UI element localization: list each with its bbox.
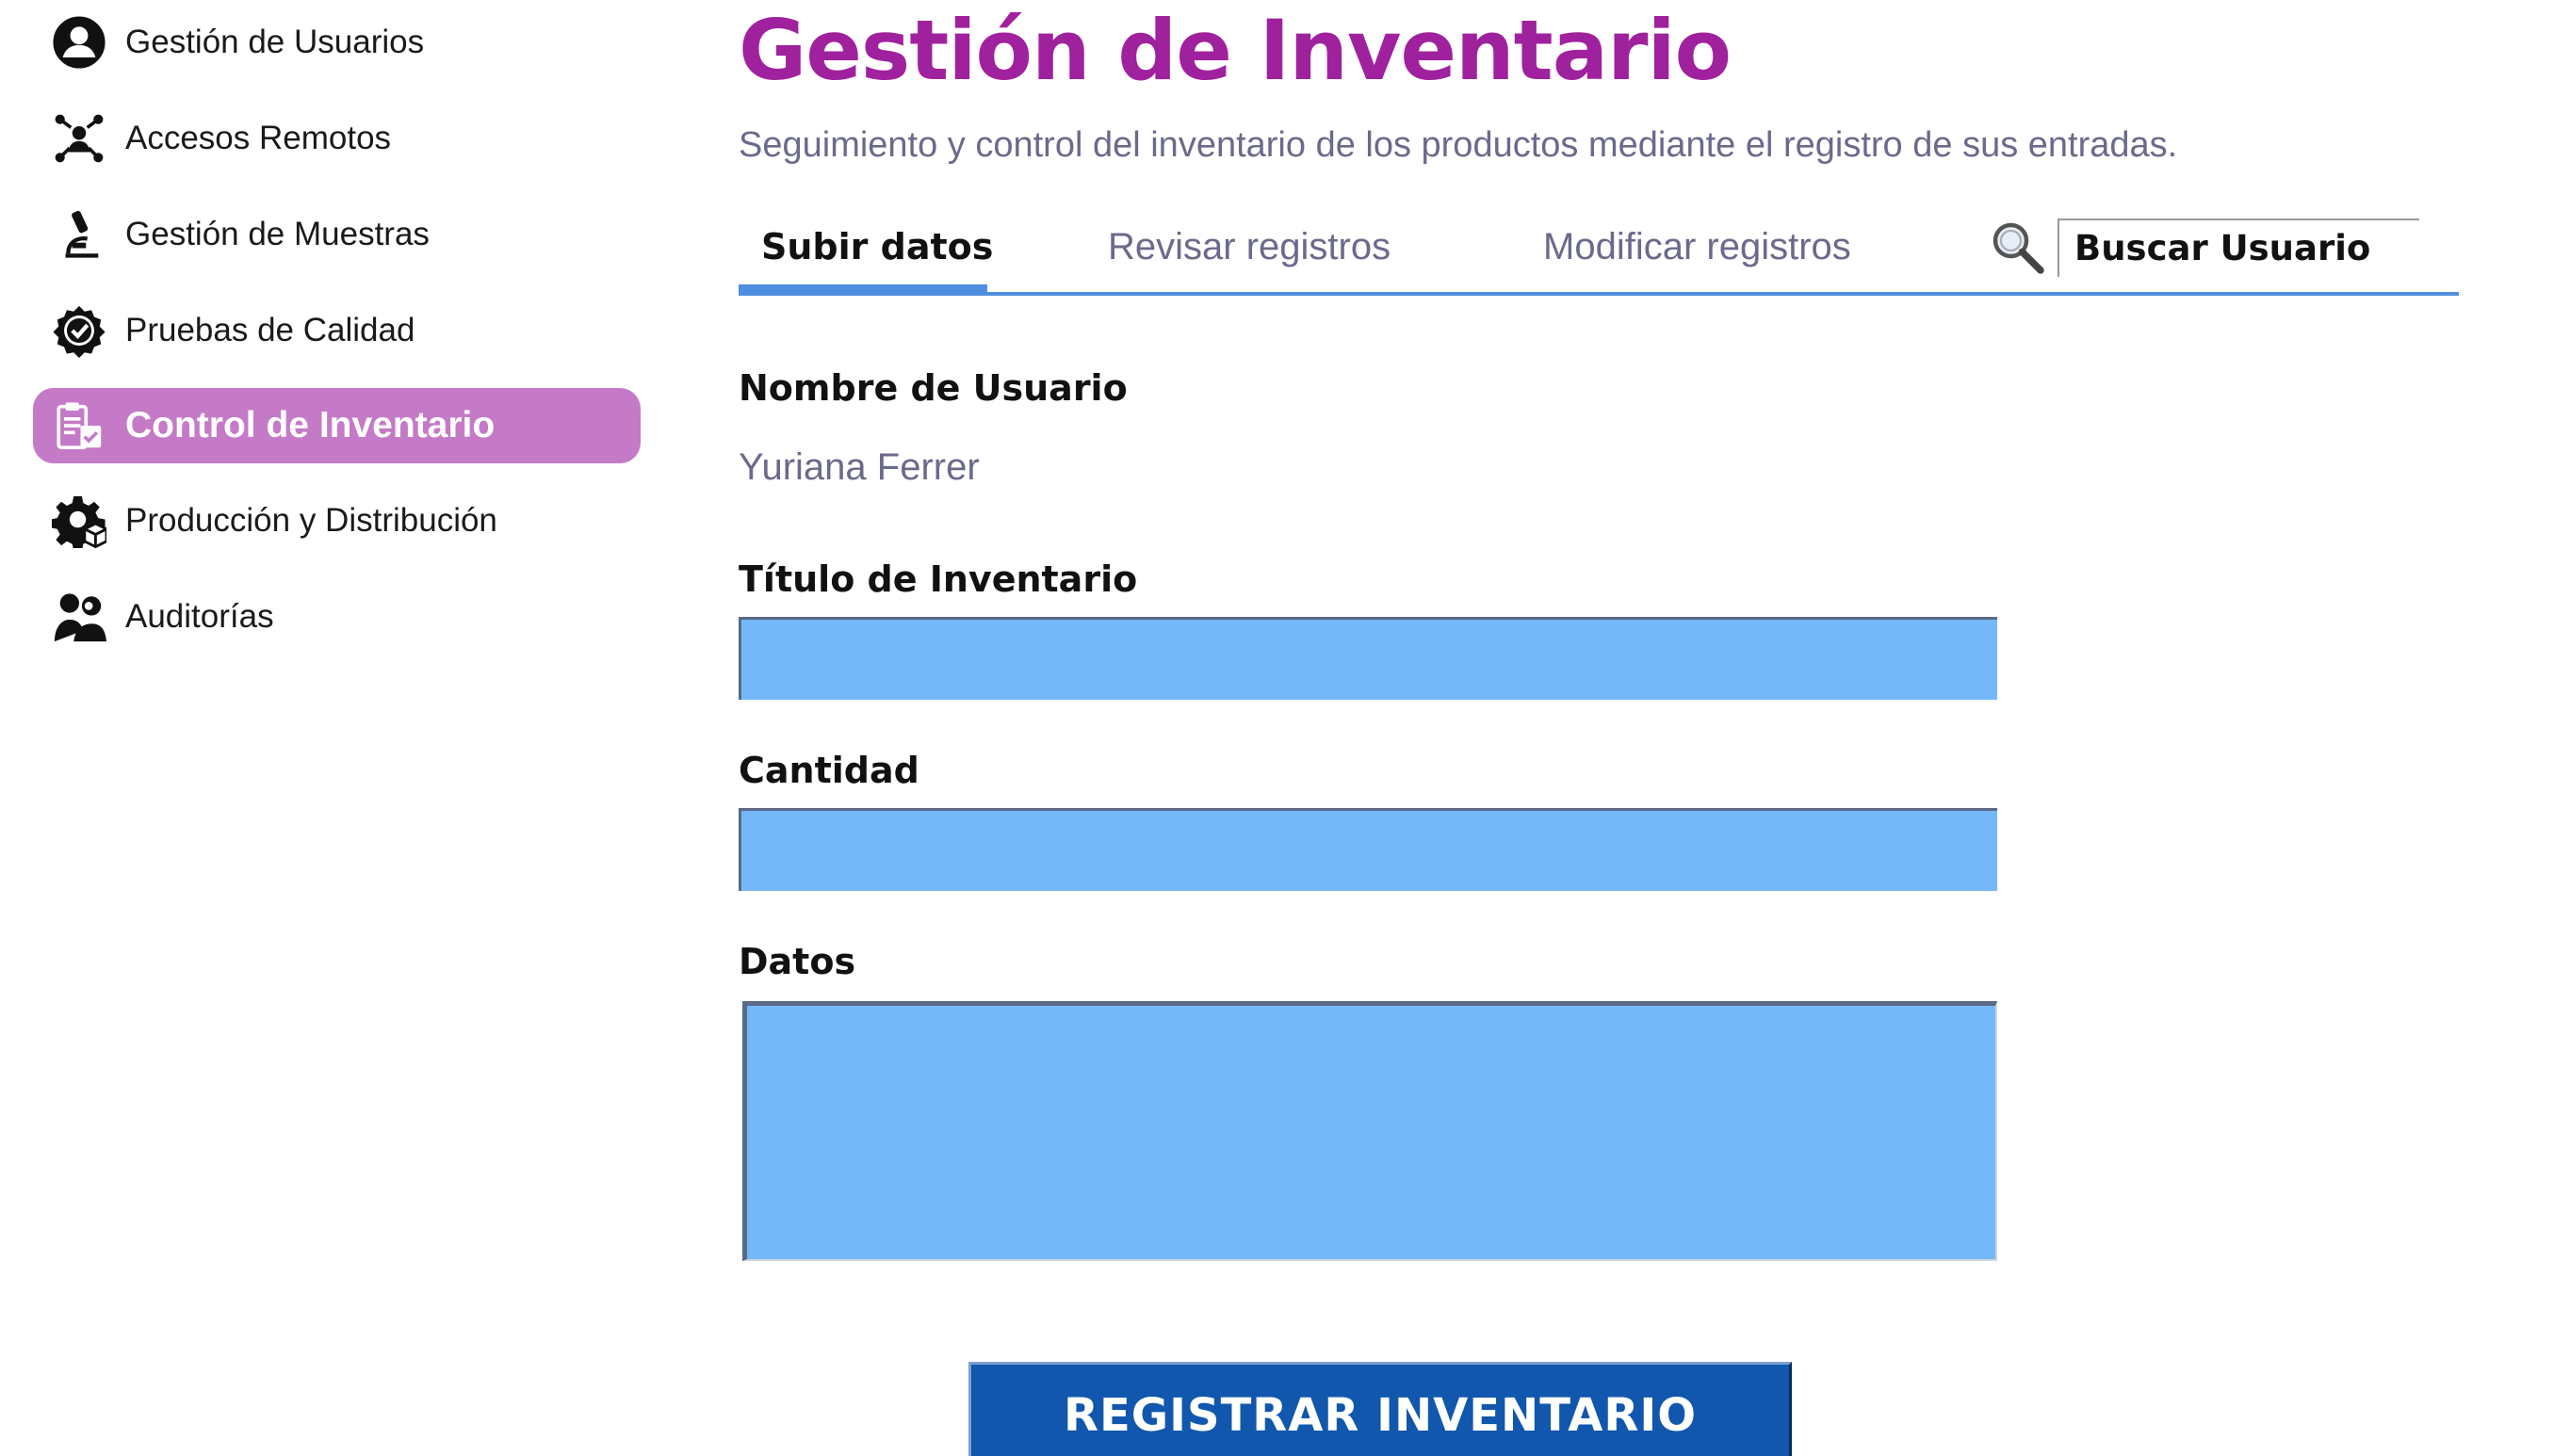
search-input[interactable]: Buscar Usuario	[2058, 218, 2419, 277]
search-icon[interactable]	[1990, 219, 2046, 276]
inventory-title-label: Título de Inventario	[739, 558, 1138, 600]
sidebar-item-control-inventario[interactable]: Control de Inventario	[33, 388, 641, 463]
sidebar-item-label: Control de Inventario	[125, 405, 496, 445]
tab-divider	[739, 292, 2459, 296]
register-inventory-button-label: REGISTRAR INVENTARIO	[1063, 1389, 1698, 1442]
microscope-icon	[50, 205, 108, 264]
page: Gestión de Usuarios Accesos Remotos Gest…	[0, 0, 2570, 1456]
sidebar: Gestión de Usuarios Accesos Remotos Gest…	[0, 0, 650, 1456]
tab-active-indicator	[739, 284, 987, 296]
badge-check-icon	[50, 301, 108, 360]
sidebar-item-produccion-distribucion[interactable]: Producción y Distribución	[33, 483, 641, 558]
quantity-field[interactable]	[739, 808, 1997, 891]
clipboard-icon	[50, 396, 108, 455]
sidebar-item-accesos-remotos[interactable]: Accesos Remotos	[33, 101, 641, 176]
page-subtitle: Seguimiento y control del inventario de …	[739, 125, 2178, 165]
sidebar-item-label: Gestión de Usuarios	[125, 24, 425, 60]
data-label: Datos	[739, 941, 856, 982]
sidebar-item-label: Pruebas de Calidad	[125, 312, 415, 348]
user-name-value: Yuriana Ferrer	[739, 446, 980, 488]
sidebar-item-auditorias[interactable]: Auditorías	[33, 579, 641, 655]
network-icon	[50, 109, 108, 168]
sidebar-item-label: Accesos Remotos	[125, 120, 392, 156]
sidebar-item-pruebas-calidad[interactable]: Pruebas de Calidad	[33, 293, 641, 368]
sidebar-item-label: Gestión de Muestras	[125, 216, 430, 252]
register-inventory-button[interactable]: REGISTRAR INVENTARIO	[968, 1362, 1792, 1456]
inventory-title-field[interactable]	[739, 617, 1997, 700]
data-textarea[interactable]	[742, 1001, 1997, 1261]
gear-box-icon	[50, 492, 108, 550]
tab-modificar-registros[interactable]: Modificar registros	[1543, 226, 1851, 268]
page-title: Gestión de Inventario	[739, 2, 1732, 99]
user-circle-icon	[50, 13, 108, 72]
tab-revisar-registros[interactable]: Revisar registros	[1108, 226, 1391, 268]
user-name-label: Nombre de Usuario	[739, 367, 1128, 409]
tab-subir-datos[interactable]: Subir datos	[761, 226, 993, 267]
people-icon	[50, 588, 108, 646]
sidebar-item-gestion-muestras[interactable]: Gestión de Muestras	[33, 197, 641, 272]
quantity-label: Cantidad	[739, 750, 919, 791]
sidebar-item-label: Auditorías	[125, 598, 274, 635]
search-input-value: Buscar Usuario	[2074, 228, 2371, 268]
sidebar-item-label: Producción y Distribución	[125, 502, 497, 539]
sidebar-item-gestion-usuarios[interactable]: Gestión de Usuarios	[33, 5, 641, 80]
